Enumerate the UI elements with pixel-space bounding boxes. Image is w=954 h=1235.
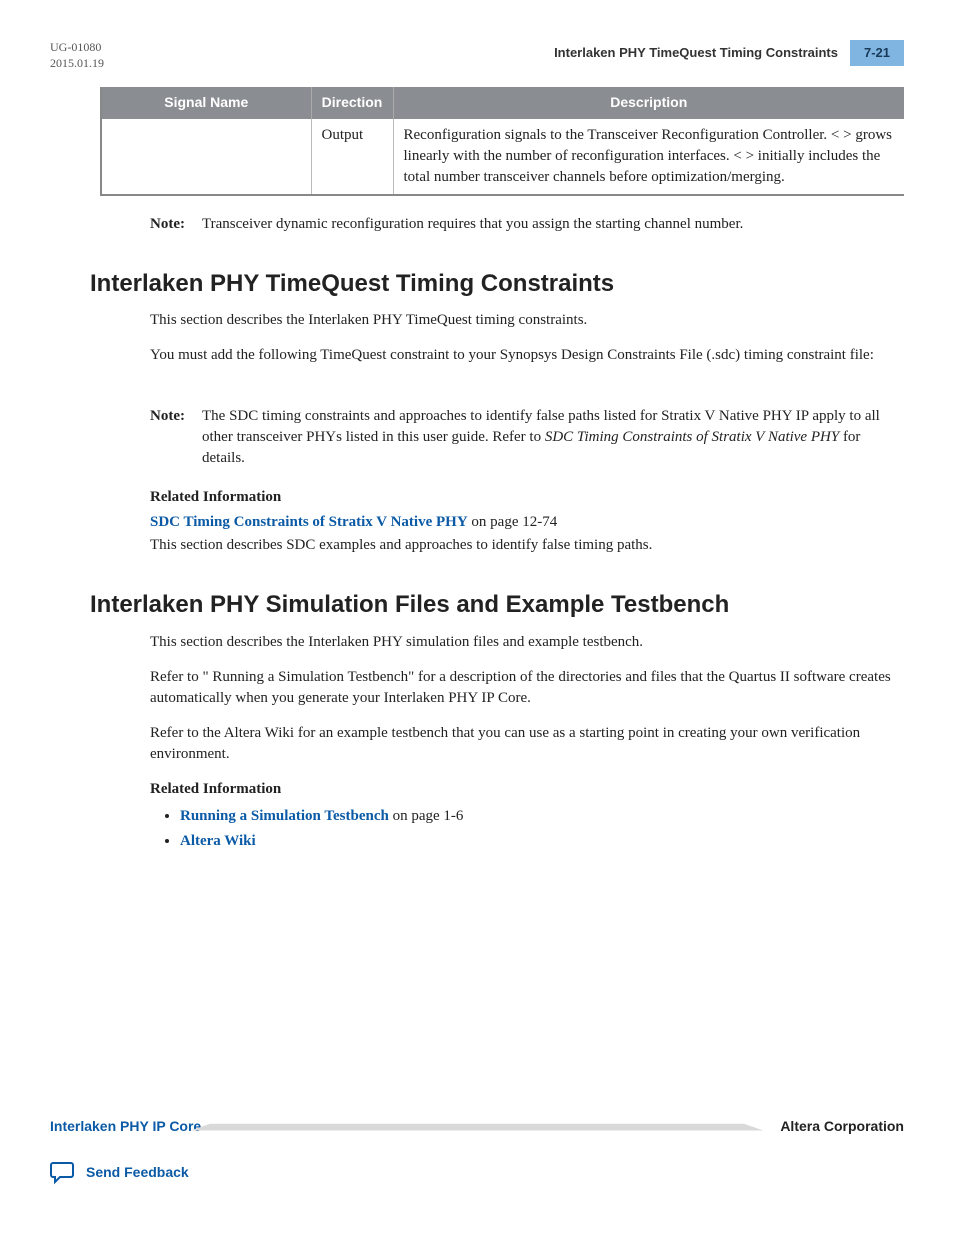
note-block: Note: Transceiver dynamic reconfiguratio… [150, 214, 904, 235]
cell-direction: Output [311, 119, 393, 195]
related-line: SDC Timing Constraints of Stratix V Nati… [150, 512, 904, 533]
footer-row: Interlaken PHY IP Core Altera Corporatio… [50, 1117, 904, 1137]
signal-table: Signal Name Direction Description Output… [100, 87, 904, 196]
body-text: This section describes the Interlaken PH… [150, 310, 904, 331]
related-suffix: on page 12-74 [468, 514, 558, 530]
link-suffix: on page 1-6 [389, 808, 464, 824]
related-link-altera-wiki[interactable]: Altera Wiki [180, 833, 256, 849]
table-row: Output Reconfiguration signals to the Tr… [101, 119, 904, 195]
note-label: Note: [150, 406, 194, 469]
related-link-sdc[interactable]: SDC Timing Constraints of Stratix V Nati… [150, 514, 468, 530]
doc-meta: UG-01080 2015.01.19 [50, 40, 104, 71]
footer-divider [190, 1124, 764, 1131]
body-text: You must add the following TimeQuest con… [150, 345, 904, 366]
th-direction: Direction [311, 87, 393, 119]
body-text: This section describes the Interlaken PH… [150, 632, 904, 653]
section-heading-timing: Interlaken PHY TimeQuest Timing Constrai… [90, 267, 904, 301]
th-description: Description [393, 87, 904, 119]
body-text: Refer to " Running a Simulation Testbenc… [150, 667, 904, 709]
section-heading-sim: Interlaken PHY Simulation Files and Exam… [90, 588, 904, 622]
running-title: Interlaken PHY TimeQuest Timing Constrai… [554, 44, 838, 62]
send-feedback-link[interactable]: Send Feedback [86, 1163, 189, 1183]
list-item: Running a Simulation Testbench on page 1… [180, 806, 904, 827]
note-body: Transceiver dynamic reconfiguration requ… [202, 214, 904, 235]
note-text-italic: SDC Timing Constraints of Stratix V Nati… [545, 429, 839, 445]
doc-id: UG-01080 [50, 40, 104, 56]
related-desc: This section describes SDC examples and … [150, 535, 904, 556]
related-info-label: Related Information [150, 779, 904, 800]
related-link-sim-testbench[interactable]: Running a Simulation Testbench [180, 808, 389, 824]
list-item: Altera Wiki [180, 831, 904, 852]
related-info-label: Related Information [150, 487, 904, 508]
footer-company: Altera Corporation [780, 1117, 904, 1137]
th-signal-name: Signal Name [101, 87, 311, 119]
body-text: Refer to the Altera Wiki for an example … [150, 723, 904, 765]
note-label: Note: [150, 214, 194, 235]
related-list: Running a Simulation Testbench on page 1… [180, 806, 904, 852]
page-number-tab: 7-21 [850, 40, 904, 66]
page-header: UG-01080 2015.01.19 Interlaken PHY TimeQ… [50, 40, 904, 71]
doc-date: 2015.01.19 [50, 56, 104, 72]
footer-core-name: Interlaken PHY IP Core [50, 1117, 201, 1137]
page-footer: Interlaken PHY IP Core Altera Corporatio… [50, 1117, 904, 1185]
cell-description: Reconfiguration signals to the Transceiv… [393, 119, 904, 195]
cell-signal-name [101, 119, 311, 195]
note-block: Note: The SDC timing constraints and app… [150, 406, 904, 469]
header-right: Interlaken PHY TimeQuest Timing Constrai… [554, 40, 904, 66]
note-body: The SDC timing constraints and approache… [202, 406, 904, 469]
speech-bubble-icon [50, 1161, 76, 1185]
feedback-row: Send Feedback [50, 1161, 904, 1185]
